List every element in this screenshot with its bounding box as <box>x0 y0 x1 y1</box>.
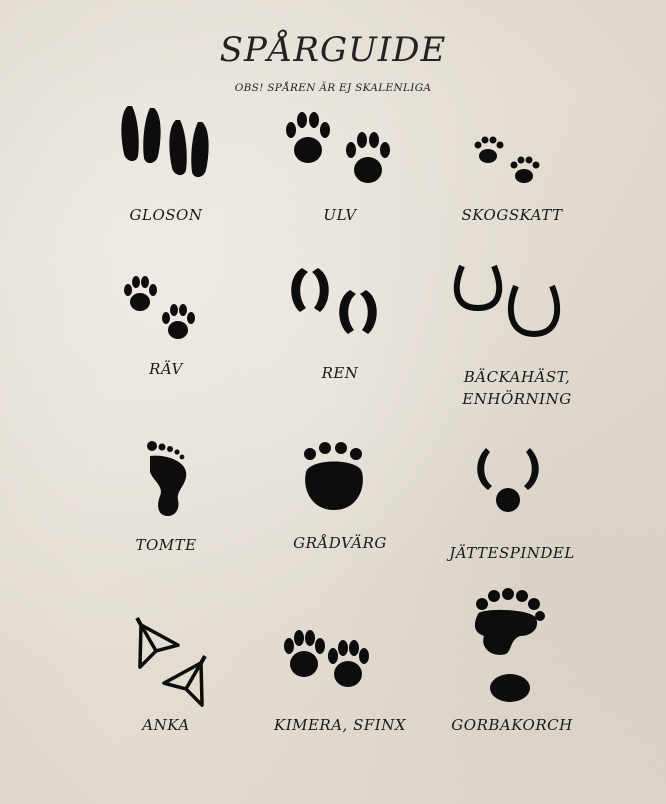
track-label: JÄTTESPINDEL <box>449 544 575 562</box>
track-skogskatt: SKOGSKATT <box>412 98 612 268</box>
track-label: ULV <box>323 206 357 224</box>
track-anka: ANKA <box>66 616 266 786</box>
track-label: REN <box>321 364 359 382</box>
track-jattespindel: JÄTTESPINDEL <box>412 438 612 608</box>
track-label: GORBAKORCH <box>451 716 573 734</box>
track-gradvarg: GRÅDVÄRG <box>240 438 440 608</box>
track-label: GRÅDVÄRG <box>293 534 387 552</box>
page-subtitle: OBS! SPÅREN ÄR EJ SKALENLIGA <box>234 82 432 94</box>
track-label: KIMERA, SFINX <box>273 716 406 734</box>
track-kimera: KIMERA, SFINX <box>240 616 440 786</box>
track-label: SKOGSKATT <box>461 206 563 224</box>
claw-foot-icon <box>474 588 545 702</box>
track-gorbakorch: GORBAKORCH <box>412 584 612 754</box>
track-label: TOMTE <box>135 536 197 554</box>
track-label: ANKA <box>142 716 190 734</box>
track-label: RÄV <box>149 360 183 378</box>
track-rav: RÄV <box>66 262 266 432</box>
page-title: SPÅRGUIDE <box>219 30 447 70</box>
track-label: GLOSON <box>129 206 203 224</box>
track-ulv: ULV <box>240 98 440 268</box>
track-backahast: BÄCKAHÄST, ENHÖRNING <box>412 262 612 432</box>
track-label: BÄCKAHÄST, ENHÖRNING <box>462 368 572 408</box>
track-ren: REN <box>240 262 440 432</box>
track-gloson: GLOSON <box>66 98 266 268</box>
track-tomte: TOMTE <box>66 438 266 608</box>
